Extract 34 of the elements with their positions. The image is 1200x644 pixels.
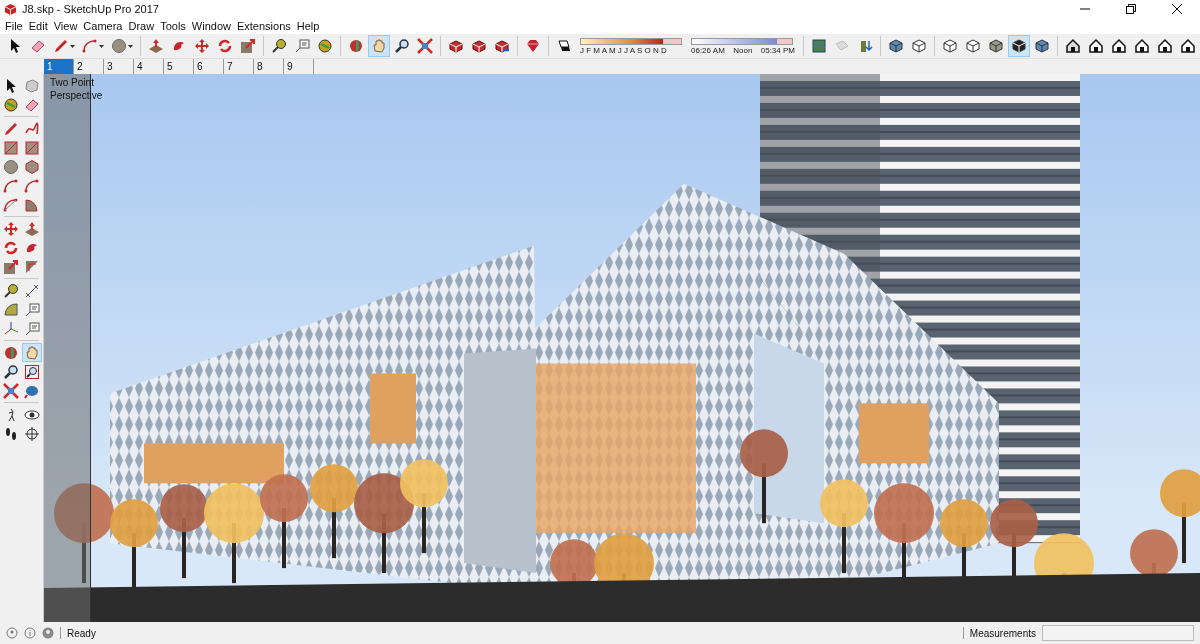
rectangle-icon[interactable] [1,138,21,157]
noon-label: Noon [733,45,753,55]
time-slider[interactable] [691,37,793,45]
user-account-icon[interactable] [42,627,54,639]
rotated-rectangle-icon[interactable] [22,138,42,157]
menu-item[interactable]: View [50,18,81,34]
scale-icon[interactable] [1,257,21,276]
geolocation-icon[interactable] [6,627,18,639]
menu-item[interactable]: Draw [125,18,158,34]
position-camera-icon[interactable] [22,424,42,443]
menu-item[interactable]: Window [188,18,234,34]
menu-item[interactable]: File [2,18,26,34]
info-icon[interactable] [24,627,36,639]
measurements-field[interactable] [1042,625,1194,641]
protractor-icon[interactable] [1,300,21,319]
polygon-icon[interactable] [22,157,42,176]
menu-item[interactable]: Tools [157,18,189,34]
month-slider[interactable] [580,37,682,45]
zoom-window-icon[interactable] [22,362,42,381]
month-labels: J F M A M J J A S O N D [580,45,668,55]
menu-item[interactable]: Edit [25,18,51,34]
sunrise-time: 06:26 AM [691,45,725,55]
menu-item[interactable]: Help [293,18,323,34]
sunset-time: 05:34 PM [760,45,795,55]
textured-cube-icon[interactable] [1008,35,1030,57]
circle-icon[interactable] [1,157,21,176]
measurements-label: Measurements [969,627,1036,639]
window-title: J8.skp - SketchUp Pro 2017 [22,3,159,15]
zoom-extents-icon[interactable] [1,381,21,400]
menu-item[interactable]: Camera [80,18,126,34]
status-text: Ready [67,627,96,639]
paint-bucket-icon[interactable] [1,95,21,114]
scene-tab[interactable]: 1 [44,59,74,74]
menu-item[interactable]: Extensions [233,18,294,34]
